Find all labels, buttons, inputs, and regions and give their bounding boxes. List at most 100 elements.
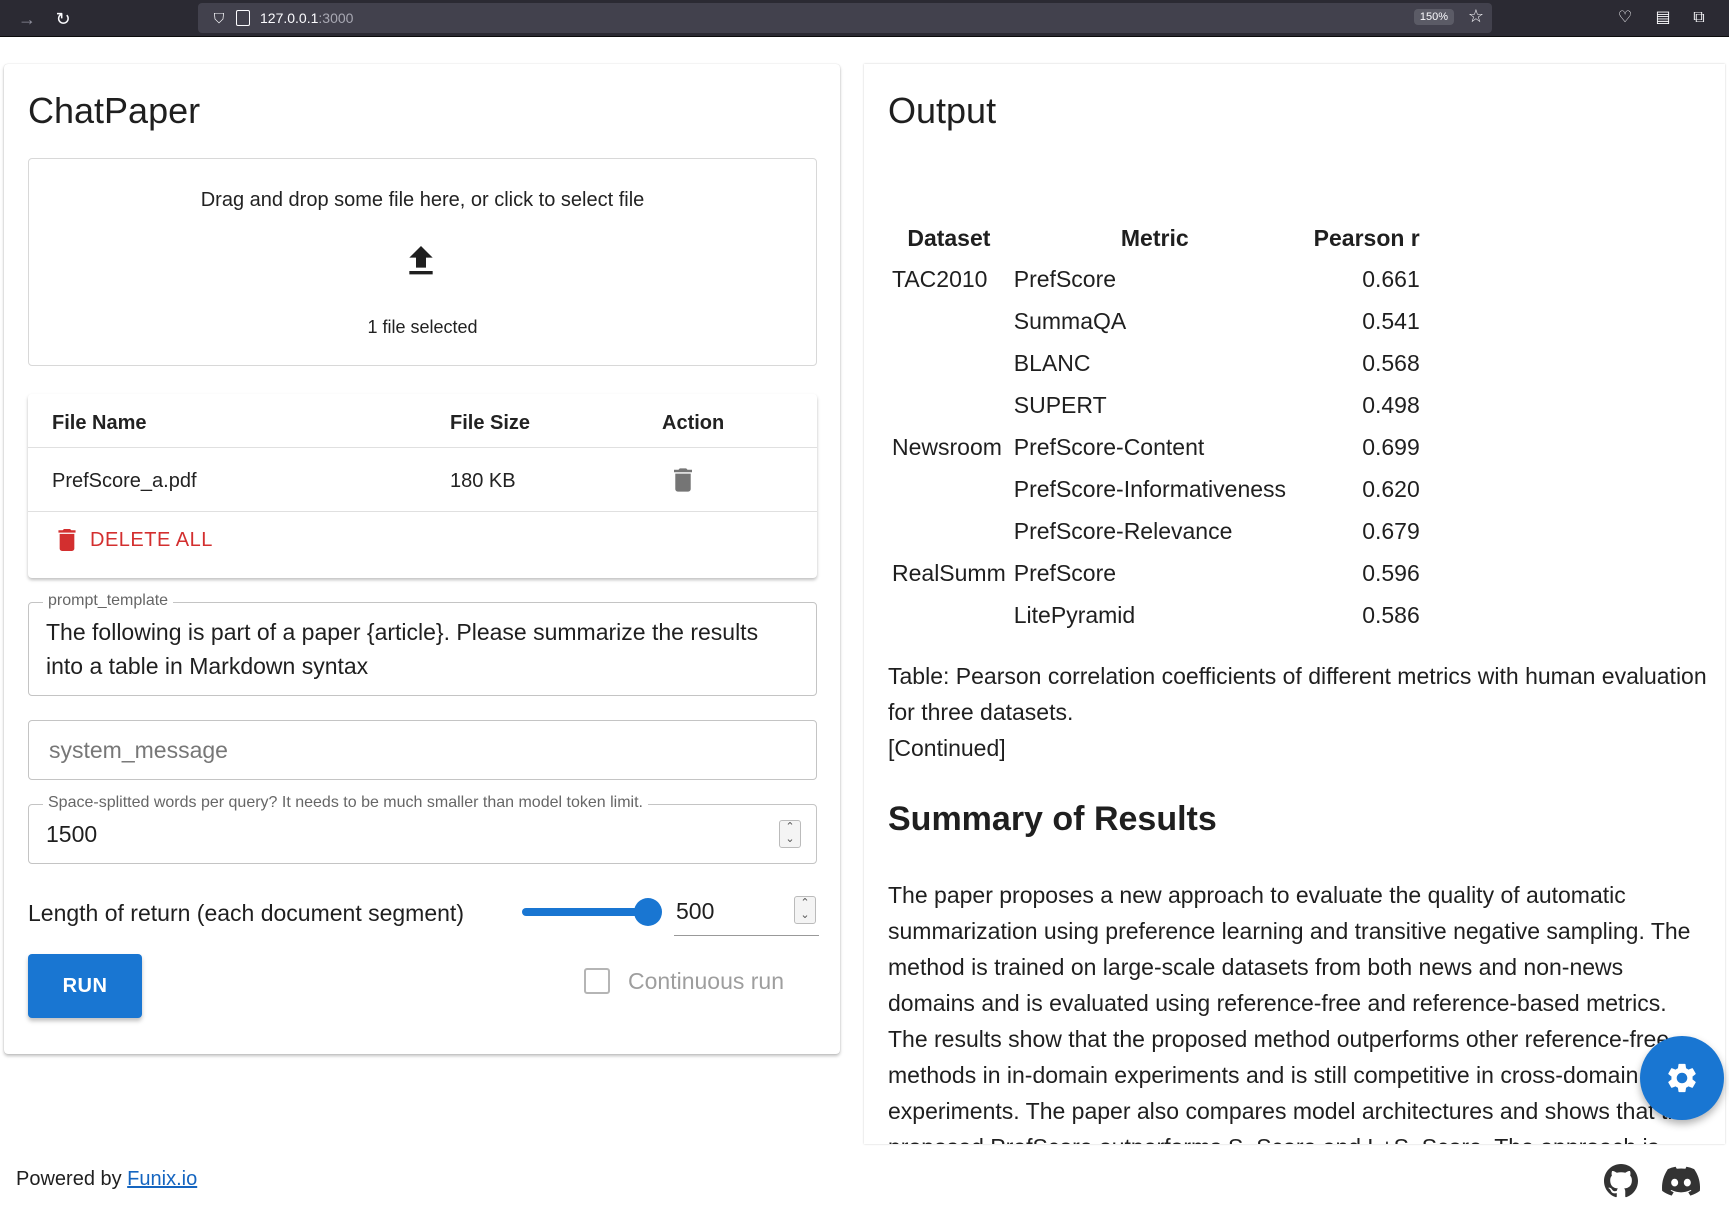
table-row: PrefScore-Informativeness 0.620	[888, 468, 1424, 510]
gear-icon	[1668, 1063, 1696, 1093]
browser-toolbar: → ↻ ⛉ 127.0.0.1:3000 150% ☆ ♡ ▤ ⧉	[0, 0, 1729, 37]
powered-by: Powered by Funix.io	[16, 1168, 197, 1191]
continuous-run-checkbox[interactable]	[584, 968, 610, 994]
table-row: PrefScore-Relevance 0.679	[888, 510, 1424, 552]
shield-icon[interactable]: ⛉	[210, 9, 228, 27]
pearson-cell: 0.699	[1362, 433, 1420, 460]
files-selected-count: 1 file selected	[367, 317, 478, 337]
dataset-cell	[888, 384, 1010, 426]
page-icon	[236, 10, 250, 26]
header-action: Action	[662, 412, 725, 434]
settings-button[interactable]	[1640, 1036, 1724, 1120]
discord-icon[interactable]	[1662, 1166, 1700, 1196]
reader-icon[interactable]: ▤	[1652, 7, 1674, 29]
github-icon[interactable]	[1604, 1164, 1638, 1198]
continuous-run-label: Continuous run	[628, 967, 784, 994]
pocket-icon[interactable]: ♡	[1614, 7, 1636, 29]
results-table: Dataset Metric Pearson r TAC2010 PrefScor…	[888, 218, 1424, 636]
url-text: 127.0.0.1:3000	[260, 10, 354, 26]
table-row: BLANC 0.568	[888, 342, 1424, 384]
continuous-run-toggle[interactable]: Continuous run	[584, 964, 784, 998]
table-row: LitePyramid 0.586	[888, 594, 1424, 636]
reload-icon[interactable]: ↻	[50, 6, 76, 32]
metric-cell: PrefScore-Content	[1013, 433, 1205, 460]
metric-cell: PrefScore	[1013, 559, 1117, 586]
output-title: Output	[888, 90, 997, 131]
header-pearson: Pearson r	[1313, 224, 1420, 251]
pearson-cell: 0.541	[1362, 307, 1420, 334]
prompt-template-field[interactable]: prompt_template The following is part of…	[28, 592, 817, 696]
summary-paragraph: The paper proposes a new approach to eva…	[888, 882, 1693, 1144]
prompt-template-label: prompt_template	[43, 592, 174, 610]
extensions-icon[interactable]: ⧉	[1688, 7, 1710, 29]
length-of-return-stepper[interactable]: ⌃ ⌄	[794, 896, 816, 924]
header-file-size: File Size	[450, 412, 531, 434]
dataset-cell: TAC2010	[892, 265, 988, 292]
length-of-return-input[interactable]: 500 ⌃ ⌄	[674, 890, 819, 936]
bookmark-star-icon[interactable]: ☆	[1468, 6, 1484, 27]
table-caption: Table: Pearson correlation coefficients …	[888, 658, 1708, 766]
file-size-cell: 180 KB	[450, 470, 516, 492]
metric-cell: SummaQA	[1013, 307, 1127, 334]
dataset-cell	[888, 510, 1010, 552]
table-row: TAC2010 PrefScore 0.661	[888, 258, 1424, 300]
file-dropzone[interactable]: Drag and drop some file here, or click t…	[28, 158, 817, 366]
output-panel: Output Dataset Metric Pearson r TAC2010 P…	[864, 64, 1725, 1144]
input-panel: ChatPaper Drag and drop some file here, …	[4, 64, 840, 1054]
table-row: RealSumm PrefScore 0.596	[888, 552, 1424, 594]
summary-heading: Summary of Results	[888, 800, 1217, 838]
file-table: File Name File Size Action PrefScore_a.p…	[28, 394, 817, 578]
table-row: SUPERT 0.498	[888, 384, 1424, 426]
dataset-cell	[888, 342, 1010, 384]
length-of-return-value[interactable]: 500	[676, 898, 714, 925]
prompt-template-value[interactable]: The following is part of a paper {articl…	[46, 615, 796, 683]
words-per-query-stepper[interactable]: ⌃ ⌄	[779, 820, 801, 848]
header-metric: Metric	[1120, 224, 1189, 251]
words-per-query-label: Space-splitted words per query? It needs…	[43, 794, 648, 812]
words-per-query-value[interactable]: 1500	[46, 817, 97, 851]
powered-by-text: Powered by	[16, 1168, 128, 1190]
run-button[interactable]: RUN	[28, 954, 142, 1018]
pearson-cell: 0.498	[1362, 391, 1420, 418]
pearson-cell: 0.661	[1362, 265, 1420, 292]
length-slider-thumb[interactable]	[634, 898, 662, 926]
delete-all-label: DELETE ALL	[90, 528, 213, 551]
continued-text: [Continued]	[888, 735, 1006, 761]
app-title: ChatPaper	[28, 90, 201, 131]
zoom-badge[interactable]: 150%	[1413, 9, 1454, 25]
metric-cell: PrefScore-Relevance	[1013, 517, 1233, 544]
metric-cell: SUPERT	[1013, 391, 1107, 418]
delete-all-button[interactable]: DELETE ALL	[58, 522, 213, 558]
funix-link[interactable]: Funix.io	[127, 1168, 197, 1190]
results-table-header: Dataset Metric Pearson r	[888, 218, 1424, 258]
header-file-name: File Name	[52, 412, 147, 434]
system-message-placeholder: system_message	[49, 737, 228, 763]
table-row: SummaQA 0.541	[888, 300, 1424, 342]
file-name-cell: PrefScore_a.pdf	[52, 470, 197, 492]
trash-icon	[58, 529, 76, 551]
address-bar[interactable]: ⛉ 127.0.0.1:3000 150% ☆	[198, 3, 1492, 33]
upload-icon	[409, 246, 433, 275]
system-message-input[interactable]: system_message	[28, 720, 817, 780]
metric-cell: LitePyramid	[1013, 601, 1136, 628]
metric-cell: PrefScore	[1013, 265, 1117, 292]
pearson-cell: 0.620	[1362, 475, 1420, 502]
length-of-return-label: Length of return (each document segment)	[28, 900, 464, 926]
dataset-cell	[888, 300, 1010, 342]
table-row: PrefScore_a.pdf 180 KB	[28, 448, 817, 512]
delete-file-icon[interactable]	[674, 468, 692, 492]
metric-cell: PrefScore-Informativeness	[1013, 475, 1287, 502]
dataset-cell	[888, 594, 1010, 636]
pearson-cell: 0.596	[1362, 559, 1420, 586]
metric-cell: BLANC	[1013, 349, 1091, 376]
forward-icon[interactable]: →	[14, 6, 40, 32]
dropzone-prompt: Drag and drop some file here, or click t…	[200, 189, 645, 211]
words-per-query-input[interactable]: Space-splitted words per query? It needs…	[28, 794, 817, 864]
pearson-cell: 0.679	[1362, 517, 1420, 544]
pearson-cell: 0.568	[1362, 349, 1420, 376]
file-table-header: File Name File Size Action	[28, 394, 817, 448]
dataset-cell: RealSumm	[892, 559, 1006, 586]
length-slider-track[interactable]	[522, 908, 648, 916]
caption-text: Table: Pearson correlation coefficients …	[888, 663, 1707, 725]
table-row: Newsroom PrefScore-Content 0.699	[888, 426, 1424, 468]
